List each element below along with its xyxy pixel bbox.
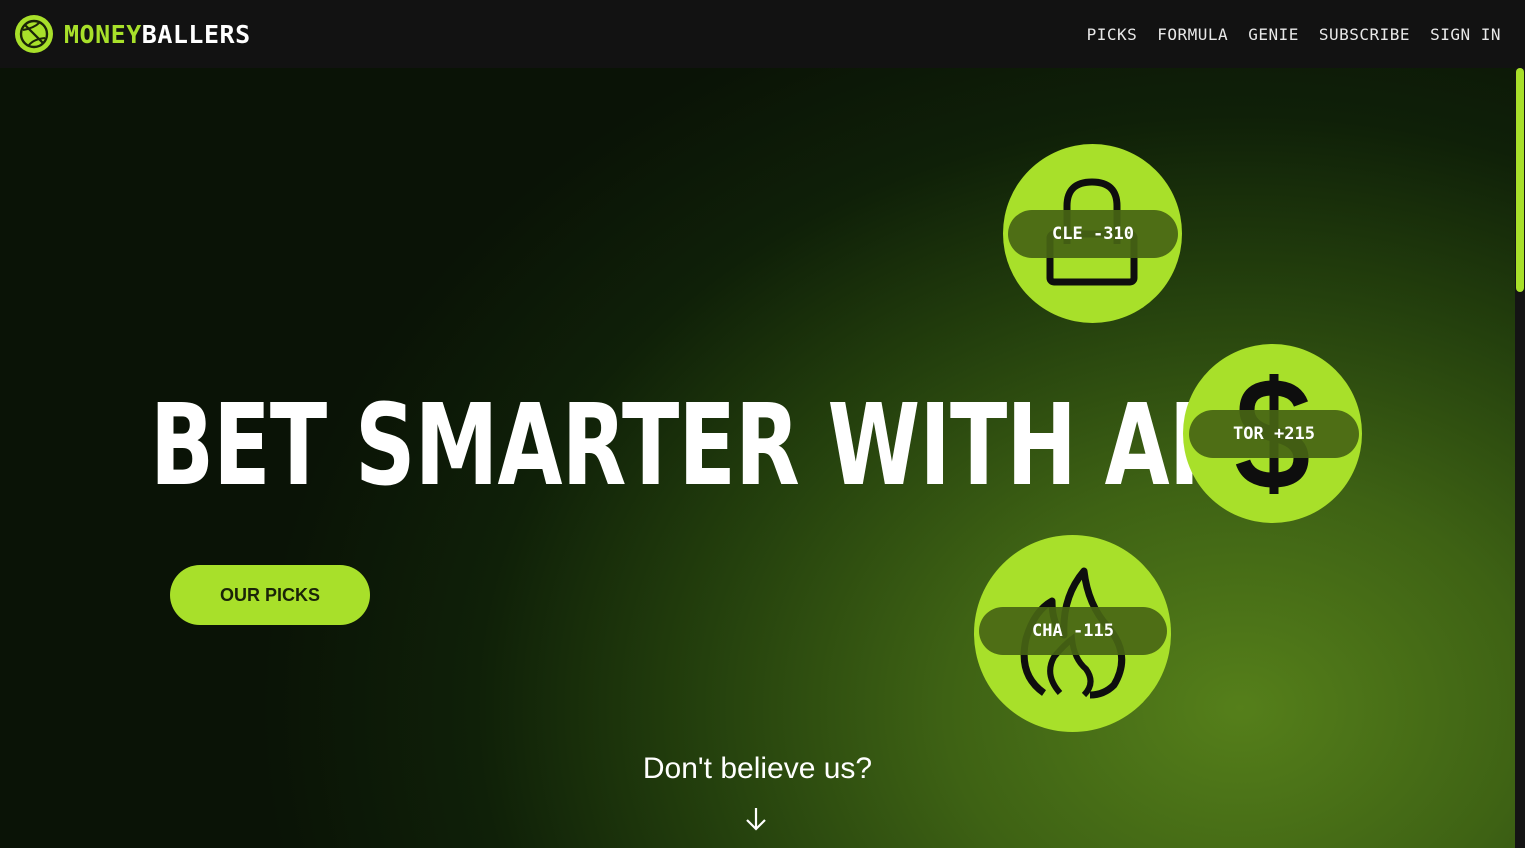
brand-name-suffix: BALLERS [141, 19, 251, 49]
hero-section: BET SMARTER WITH AI OUR PICKS CLE -310 T… [0, 68, 1515, 848]
basketball-icon [15, 15, 53, 53]
navbar: MONEYBALLERS PICKS FORMULA GENIE SUBSCRI… [0, 0, 1525, 68]
nav-subscribe[interactable]: SUBSCRIBE [1319, 25, 1410, 44]
pick-label-tor: TOR +215 [1189, 410, 1359, 458]
pick-bubble-cha[interactable]: CHA -115 [974, 535, 1171, 732]
our-picks-button[interactable]: OUR PICKS [170, 565, 370, 625]
pick-label-cha: CHA -115 [979, 607, 1167, 655]
hero-title: BET SMARTER WITH AI [150, 381, 1200, 511]
brand-name: MONEYBALLERS [64, 20, 251, 49]
nav-menu: PICKS FORMULA GENIE SUBSCRIBE SIGN IN [1087, 25, 1501, 44]
nav-picks[interactable]: PICKS [1087, 25, 1138, 44]
scrollbar-thumb[interactable] [1516, 68, 1524, 292]
pick-bubble-tor[interactable]: TOR +215 [1183, 344, 1362, 523]
dont-believe-us-text: Don't believe us? [642, 752, 873, 785]
brand-name-prefix: MONEY [64, 19, 142, 49]
nav-genie[interactable]: GENIE [1248, 25, 1299, 44]
brand-logo-link[interactable]: MONEYBALLERS [14, 14, 251, 54]
nav-formula[interactable]: FORMULA [1157, 25, 1228, 44]
pick-label-cle: CLE -310 [1008, 210, 1178, 258]
arrow-down-icon[interactable] [745, 806, 767, 832]
nav-sign-in[interactable]: SIGN IN [1430, 25, 1501, 44]
pick-bubble-cle[interactable]: CLE -310 [1003, 144, 1182, 323]
